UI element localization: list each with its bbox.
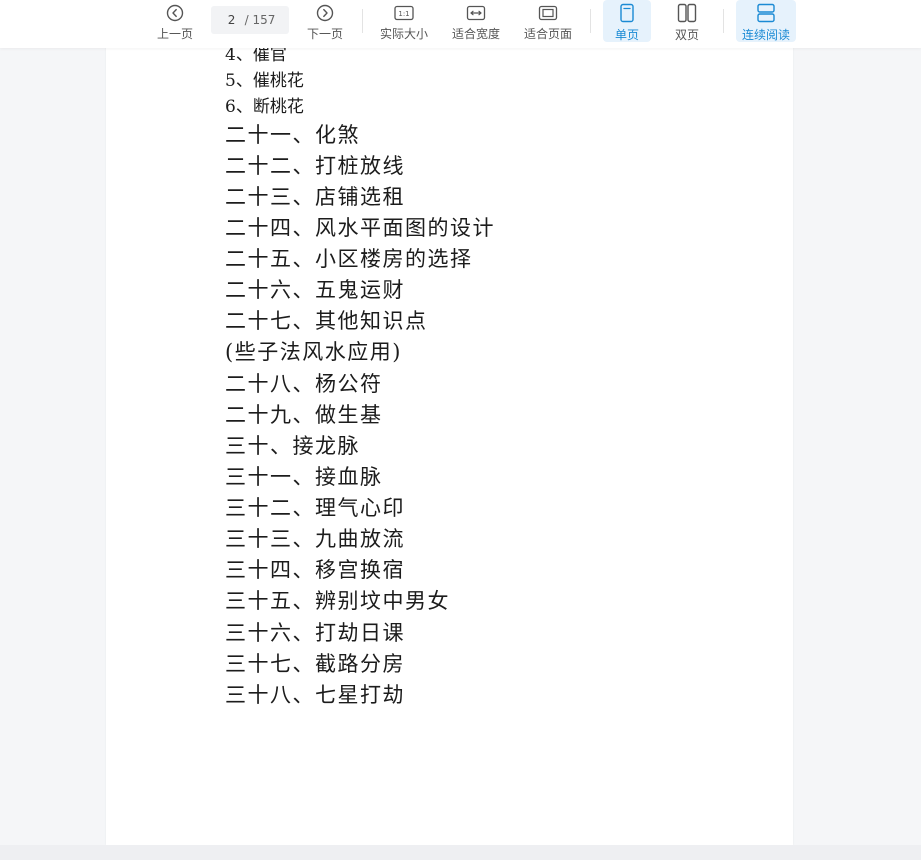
- text-line: 二十四、风水平面图的设计: [225, 216, 495, 240]
- chevron-left-circle-icon: [164, 3, 186, 22]
- text-line: 6、断桃花: [225, 97, 304, 117]
- double-page-label: 双页: [674, 28, 699, 42]
- prev-page-label: 上一页: [156, 27, 193, 41]
- fit-page-button[interactable]: 适合页面: [520, 0, 576, 42]
- double-page-button[interactable]: 双页: [664, 0, 710, 42]
- fit-width-label: 适合宽度: [451, 27, 500, 41]
- text-line: 二十九、做生基: [225, 403, 383, 427]
- fit-width-button[interactable]: 适合宽度: [448, 0, 504, 42]
- text-line: 二十三、店铺选租: [225, 185, 405, 209]
- continuous-reading-button[interactable]: 连续阅读: [736, 0, 796, 42]
- text-line: 三十一、接血脉: [225, 465, 383, 489]
- text-line: 二十一、化煞: [225, 123, 360, 147]
- fit-width-icon: [465, 3, 487, 22]
- text-line: 三十六、打劫日课: [225, 621, 405, 645]
- continuous-reading-label: 连续阅读: [741, 28, 790, 42]
- text-line: 三十五、辨别坟中男女: [225, 589, 450, 613]
- text-line: 二十二、打桩放线: [225, 154, 405, 178]
- viewer-toolbar: 上一页 / 157 下一页 1:1 实际大小 适合宽度 适合页面 单页: [0, 0, 921, 48]
- chevron-right-circle-icon: [314, 3, 336, 22]
- text-line: 5、催桃花: [225, 71, 304, 91]
- text-line: 三十、接龙脉: [225, 434, 360, 458]
- text-line: 三十八、七星打劫: [225, 683, 405, 707]
- text-line: 三十二、理气心印: [225, 496, 405, 520]
- text-line: 三十三、九曲放流: [225, 527, 405, 551]
- current-page-input[interactable]: [220, 13, 243, 27]
- fit-page-icon: [537, 3, 559, 22]
- continuous-reading-icon: [755, 3, 777, 23]
- next-page-label: 下一页: [306, 27, 343, 41]
- total-pages: / 157: [244, 13, 276, 27]
- svg-text:1:1: 1:1: [398, 10, 409, 18]
- single-page-button[interactable]: 单页: [603, 0, 651, 42]
- toolbar-divider: [362, 9, 363, 33]
- bottom-scroll-area: [0, 845, 921, 860]
- prev-page-button[interactable]: 上一页: [152, 0, 198, 42]
- text-line: 二十五、小区楼房的选择: [225, 247, 473, 271]
- single-page-icon: [616, 3, 638, 23]
- toolbar-divider: [723, 9, 724, 33]
- actual-size-label: 实际大小: [379, 27, 428, 41]
- single-page-label: 单页: [614, 28, 639, 42]
- actual-size-icon: 1:1: [393, 3, 415, 22]
- document-page: 4、催官 5、催桃花 6、断桃花 二十一、化煞 二十二、打桩放线 二十三、店铺选…: [106, 0, 793, 845]
- text-line: 三十四、移宫换宿: [225, 558, 405, 582]
- text-line: 三十七、截路分房: [225, 652, 405, 676]
- text-line: (些子法风水应用): [225, 340, 402, 364]
- next-page-button[interactable]: 下一页: [302, 0, 348, 42]
- actual-size-button[interactable]: 1:1 实际大小: [376, 0, 432, 42]
- text-line: 二十七、其他知识点: [225, 309, 428, 333]
- toolbar-divider: [590, 9, 591, 33]
- text-line: 二十八、杨公符: [225, 372, 383, 396]
- fit-page-label: 适合页面: [523, 27, 572, 41]
- text-line: 二十六、五鬼运财: [225, 278, 405, 302]
- page-number-box: / 157: [211, 6, 289, 34]
- double-page-icon: [676, 3, 698, 23]
